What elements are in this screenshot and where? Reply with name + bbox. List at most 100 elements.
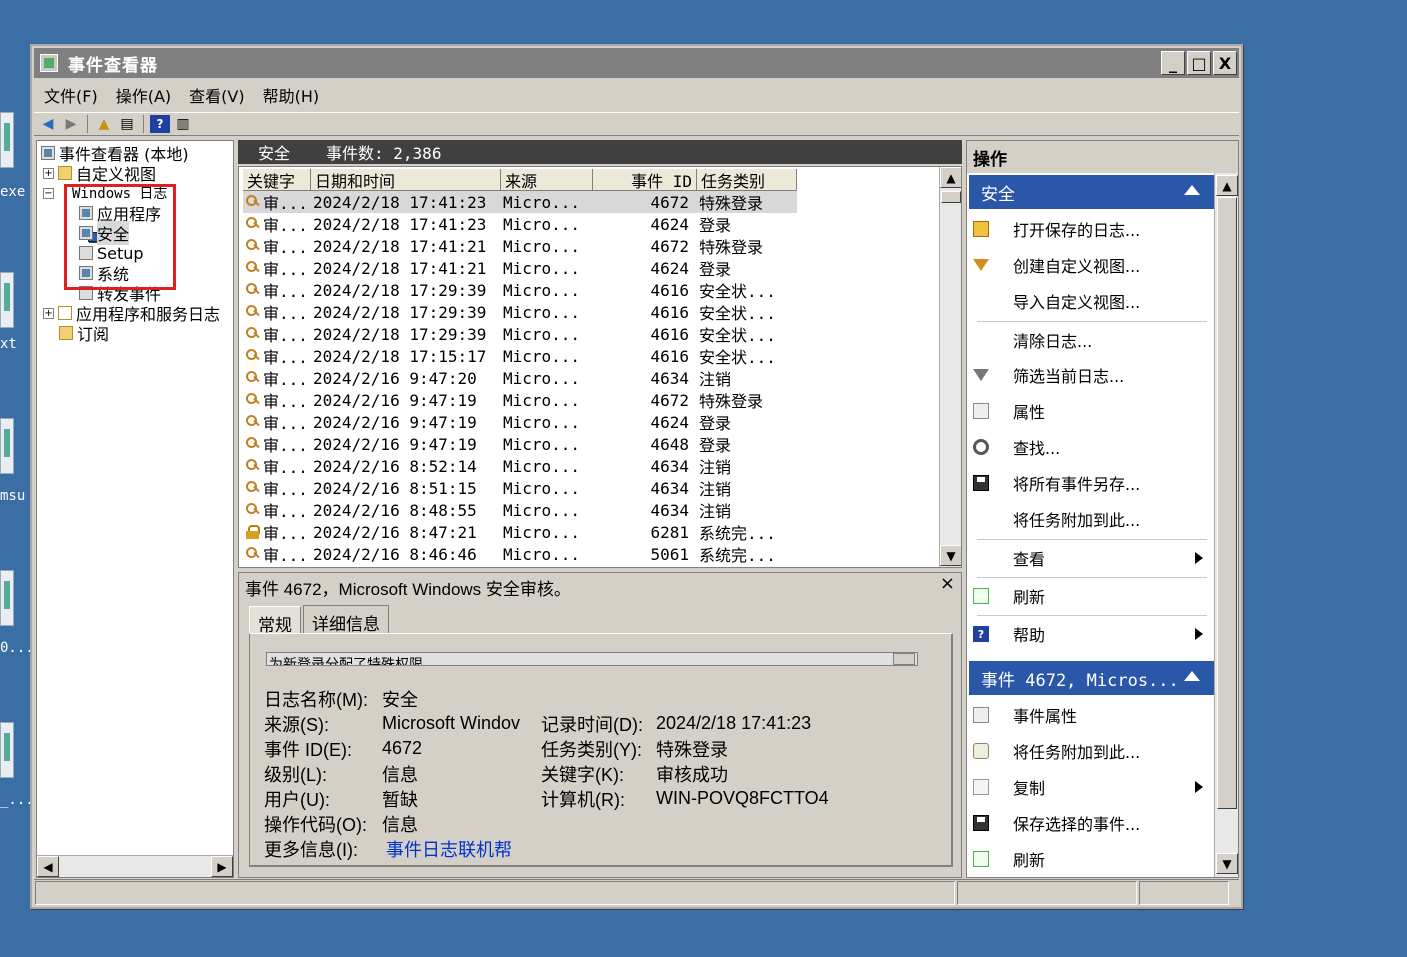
event-row[interactable]: 审... 2024/2/18 17:41:23 Micro... 4672 特殊登录 [243,191,797,213]
action-refresh-event[interactable]: 刷新 [973,841,1209,877]
tree-item-custom-views[interactable]: + 自定义视图 [43,163,156,184]
menu-action[interactable]: 操作(A) [116,83,171,107]
event-id-cell-text: 4624 [650,412,689,432]
event-row[interactable]: 审... 2024/2/18 17:29:39 Micro... 4616 安全状... [243,301,797,323]
description-resize-icon[interactable] [893,653,915,665]
desktop-icon[interactable] [0,722,14,778]
action-copy[interactable]: 复制 [973,769,1209,805]
event-row[interactable]: 审... 2024/2/16 9:47:19 Micro... 4672 特殊登录 [243,389,797,411]
action-import-custom-view[interactable]: 导入自定义视图... [973,283,1209,319]
task-category-cell: 特殊登录 [697,191,797,213]
event-row[interactable]: 审... 2024/2/16 9:47:19 Micro... 4648 登录 [243,433,797,455]
action-attach-task-to-event[interactable]: 将任务附加到此... [973,733,1209,769]
scroll-down-icon[interactable]: ▼ [1216,853,1238,874]
action-help[interactable]: ? 帮助 [973,616,1209,652]
event-row[interactable]: 审... 2024/2/16 8:48:55 Micro... 4634 注销 [243,499,797,521]
event-row[interactable]: 审... 2024/2/18 17:41:21 Micro... 4624 登录 [243,257,797,279]
action-event-properties[interactable]: 事件属性 [973,697,1209,733]
minimize-button[interactable]: _ [1161,51,1185,75]
expand-icon[interactable]: + [43,307,54,319]
event-row[interactable]: 审... 2024/2/16 9:47:19 Micro... 4624 登录 [243,411,797,433]
scroll-down-icon[interactable]: ▼ [940,545,961,566]
datetime-cell: 2024/2/16 8:51:15 [311,477,501,499]
event-row[interactable]: 审... 2024/2/18 17:41:21 Micro... 4672 特殊登录 [243,235,797,257]
collapse-section-icon[interactable] [1184,671,1200,681]
column-header-event-id[interactable]: 事件 ID [593,169,697,191]
back-arrow-icon[interactable]: ◀ [38,115,58,133]
action-attach-task-to-log[interactable]: 将任务附加到此... [973,501,1209,537]
desktop-icon[interactable] [0,112,14,168]
action-open-saved-log[interactable]: 打开保存的日志... [973,211,1209,247]
column-header-source[interactable]: 来源 [501,169,593,191]
close-button[interactable]: X [1213,51,1237,75]
scroll-right-icon[interactable]: ▶ [211,856,233,877]
event-row[interactable]: 审... 2024/2/18 17:41:23 Micro... 4624 登录 [243,213,797,235]
source-cell-text: Micro... [503,236,581,256]
show-hide-tree-icon[interactable]: ▤ [117,115,137,133]
desktop-icon[interactable] [0,418,14,474]
column-header-keywords[interactable]: 关键字 [243,169,311,191]
action-properties[interactable]: 属性 [973,393,1209,429]
action-create-custom-view[interactable]: 创建自定义视图... [973,247,1209,283]
column-header-task-category[interactable]: 任务类别 [697,169,797,191]
event-description[interactable]: 为新登录分配了特殊权限。 [266,652,918,666]
scroll-thumb[interactable] [1217,197,1237,809]
level-label: 级别(L): [264,764,327,785]
scroll-thumb[interactable] [941,191,961,203]
desktop-icon[interactable] [0,570,14,626]
source-cell-text: Micro... [503,280,581,300]
tree-item-app-services-logs[interactable]: + 应用程序和服务日志 [43,303,220,324]
event-row[interactable]: 审... 2024/2/16 8:47:21 Micro... 6281 系统完... [243,521,797,543]
event-row[interactable]: 审... 2024/2/18 17:29:39 Micro... 4616 安全状... [243,279,797,301]
title-bar[interactable]: 事件查看器 _ □ X [34,48,1239,78]
event-row[interactable]: 审... 2024/2/16 8:46:46 Micro... 5061 系统完... [243,543,797,565]
keyword-cell-text: 审... [263,458,308,477]
tree-item-root[interactable]: 事件查看器 (本地) [41,143,189,164]
action-save-all-events[interactable]: 将所有事件另存... [973,465,1209,501]
action-clear-log[interactable]: 清除日志... [973,322,1209,358]
column-header-datetime[interactable]: 日期和时间 [311,169,501,191]
maximize-button[interactable]: □ [1187,51,1211,75]
collapse-icon[interactable]: − [43,187,54,199]
event-row[interactable]: 审... 2024/2/16 9:47:20 Micro... 4634 注销 [243,367,797,389]
menu-file[interactable]: 文件(F) [44,83,98,107]
scroll-up-icon[interactable]: ▲ [940,167,961,188]
source-cell-text: Micro... [503,412,581,432]
action-view[interactable]: 查看 [973,540,1209,576]
action-filter-current-log[interactable]: 筛选当前日志... [973,357,1209,393]
menu-view[interactable]: 查看(V) [189,83,244,107]
forward-arrow-icon[interactable]: ▶ [61,115,81,133]
actions-section-event[interactable]: 事件 4672, Micros... [969,661,1214,695]
event-row[interactable]: 审... 2024/2/18 17:15:17 Micro... 4616 安全状... [243,345,797,367]
collapse-section-icon[interactable] [1184,185,1200,195]
desktop-icon-label: 0... [0,640,34,656]
help-icon[interactable]: ? [150,115,170,133]
actions-scrollbar[interactable]: ▲ ▼ [1214,173,1238,877]
scroll-left-icon[interactable]: ◀ [37,856,59,877]
action-label: 打开保存的日志... [1013,221,1141,240]
event-row[interactable]: 审... 2024/2/18 17:29:39 Micro... 4616 安全状... [243,323,797,345]
expand-icon[interactable]: + [43,167,54,179]
action-find[interactable]: 查找... [973,429,1209,465]
show-hide-action-pane-icon[interactable]: ▥ [173,115,193,133]
copy-icon [973,779,989,795]
menu-help[interactable]: 帮助(H) [263,83,320,107]
action-save-selected-events[interactable]: 保存选择的事件... [973,805,1209,841]
desktop-icon[interactable] [0,272,14,328]
tree-horizontal-scrollbar[interactable]: ◀ ▶ [37,855,233,877]
datetime-cell: 2024/2/16 9:47:19 [311,389,501,411]
actions-section-security[interactable]: 安全 [969,175,1214,209]
up-folder-icon[interactable]: ▲ [94,115,114,133]
keyword-cell: 审... [243,455,311,477]
event-list-scrollbar[interactable]: ▲ ▼ [939,167,961,567]
keyword-cell-text: 审... [263,370,308,389]
close-detail-icon[interactable]: × [940,573,955,594]
action-refresh[interactable]: 刷新 [973,578,1209,614]
event-row[interactable]: 审... 2024/2/16 8:52:14 Micro... 4634 注销 [243,455,797,477]
datetime-cell: 2024/2/18 17:29:39 [311,279,501,301]
window-title: 事件查看器 [68,55,158,76]
event-row[interactable]: 审... 2024/2/16 8:51:15 Micro... 4634 注销 [243,477,797,499]
scroll-up-icon[interactable]: ▲ [1216,175,1238,196]
more-info-link[interactable]: 事件日志联机帮 [386,836,512,862]
tree-item-subscriptions[interactable]: 订阅 [59,323,109,344]
